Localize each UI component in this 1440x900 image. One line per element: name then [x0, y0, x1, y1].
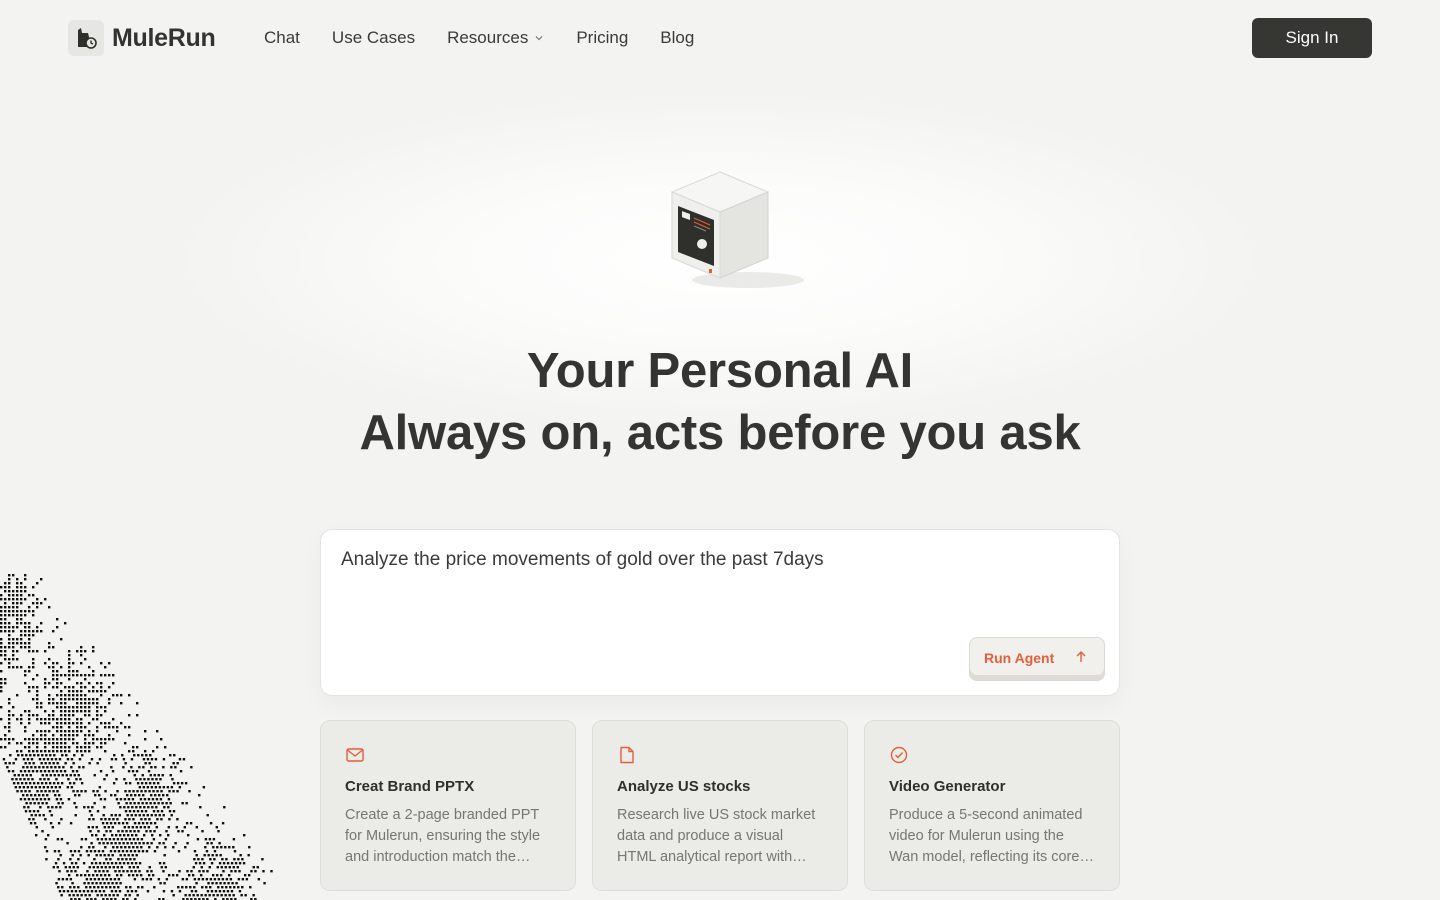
nav-use-cases-label: Use Cases [331, 28, 416, 47]
nav-resources-label: Resources [447, 28, 529, 47]
mail-icon [346, 748, 364, 762]
nav-blog-label: Blog [660, 28, 695, 47]
brand-name: MuleRun [112, 23, 216, 52]
nav-use-cases[interactable]: Use Cases [332, 27, 415, 49]
nav-chat-label: Chat [264, 28, 300, 47]
mule-logo-icon [68, 20, 104, 56]
ai-device-illustration [670, 171, 804, 288]
use-case-card-video-generator[interactable]: Video Generator Produce a 5-second anima… [864, 720, 1120, 891]
card-description: Research live US stock market data and p… [617, 807, 816, 865]
chevron-down-icon [535, 36, 543, 41]
nav-blog[interactable]: Blog [660, 27, 694, 49]
card-title: Creat Brand PPTX [345, 778, 475, 795]
sign-in-button[interactable]: Sign In [1252, 18, 1372, 58]
prompt-box: Analyze the price movements of gold over… [320, 529, 1120, 696]
logo[interactable]: MuleRun [68, 20, 216, 56]
use-case-card-brand-pptx[interactable]: Creat Brand PPTX Create a 2-page branded… [320, 720, 576, 891]
hero-title-line-1: Your Personal AI [526, 344, 914, 398]
run-agent-label: Run Agent [984, 649, 1055, 666]
nav-chat[interactable]: Chat [264, 27, 300, 49]
top-nav-bar: MuleRun Chat Use Cases Resources Pricing… [0, 0, 1440, 76]
card-description: Create a 2-page branded PPT for Mulerun,… [345, 807, 541, 865]
hero-title: Your Personal AI Always on, acts before … [0, 340, 1440, 464]
use-case-card-us-stocks[interactable]: Analyze US stocks Research live US stock… [592, 720, 848, 891]
card-description: Produce a 5-second animated video for Mu… [889, 807, 1083, 865]
check-circle-icon [890, 746, 908, 764]
arrow-up-icon [1076, 651, 1086, 662]
run-agent-button[interactable]: Run Agent [969, 637, 1105, 681]
nav-pricing[interactable]: Pricing [576, 27, 628, 49]
decorative-dot-pattern [0, 574, 273, 900]
card-title: Analyze US stocks [617, 778, 751, 795]
hero-title-line-2: Always on, acts before you ask [359, 406, 1081, 460]
main-nav: Chat Use Cases Resources Pricing Blog [264, 27, 694, 49]
prompt-input[interactable]: Analyze the price movements of gold over… [341, 548, 1081, 638]
nav-resources[interactable]: Resources [447, 27, 544, 49]
card-title: Video Generator [889, 778, 1006, 795]
nav-pricing-label: Pricing [576, 28, 629, 47]
document-icon [620, 746, 634, 764]
